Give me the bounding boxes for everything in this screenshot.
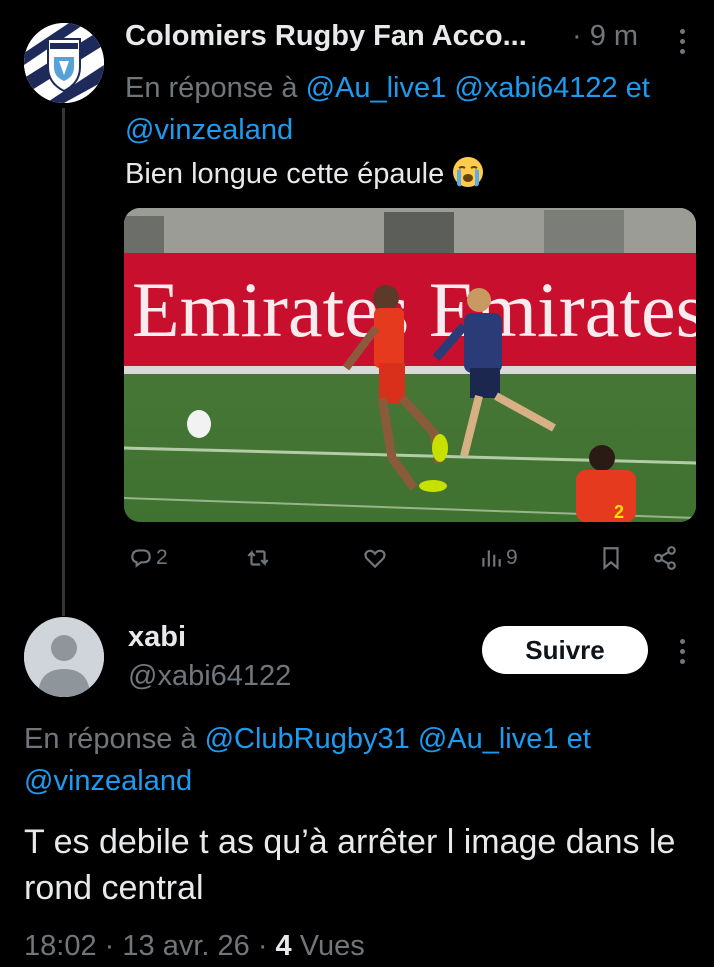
- mention-link[interactable]: @vinzealand: [24, 765, 192, 797]
- mention-link[interactable]: @vinzealand: [125, 114, 293, 146]
- more-options-icon[interactable]: [670, 24, 694, 58]
- jersey-number: 2: [614, 502, 624, 522]
- author-name[interactable]: Colomiers Rugby Fan Acco...: [125, 20, 527, 53]
- thread-connector-line: [62, 108, 65, 616]
- tweet-text: Bien longue cette épaule: [125, 156, 484, 191]
- loudly-crying-face-icon: [452, 156, 484, 188]
- views-count: 4: [275, 930, 292, 962]
- heart-icon: [364, 549, 386, 569]
- tweet-text-content: Bien longue cette épaule: [125, 158, 445, 190]
- share-button[interactable]: [652, 540, 678, 576]
- reply-prefix: En réponse à: [24, 723, 197, 755]
- separator: ·: [104, 930, 115, 962]
- tweet-timestamp[interactable]: · 9 m: [572, 20, 638, 53]
- more-options-icon[interactable]: [670, 634, 694, 668]
- views-icon: [482, 550, 501, 567]
- mention-link[interactable]: @ClubRugby31: [205, 723, 410, 755]
- default-avatar[interactable]: [24, 617, 104, 697]
- colomiers-avatar[interactable]: [24, 23, 104, 103]
- mention-joiner: et: [625, 72, 650, 104]
- retweet-icon: [247, 549, 269, 567]
- reply-prefix: En réponse à: [125, 72, 298, 104]
- reply-count: 2: [156, 546, 168, 569]
- views-button[interactable]: 9: [478, 540, 518, 576]
- banner-ad-text: Emirates Emirates: [132, 266, 696, 353]
- bookmark-button[interactable]: [598, 540, 624, 576]
- tweet-text: T es debile t as qu’à arrêter l image da…: [24, 823, 676, 907]
- mention-link[interactable]: @Au_live1: [418, 723, 559, 755]
- bookmark-icon: [603, 547, 619, 571]
- tweet-video-thumbnail[interactable]: Emirates Emirates 2: [124, 208, 696, 522]
- like-button[interactable]: [362, 540, 388, 576]
- views-label: Vues: [299, 930, 365, 962]
- follow-button[interactable]: Suivre: [482, 626, 648, 674]
- reply-button[interactable]: 2: [128, 540, 168, 576]
- author-name[interactable]: xabi: [128, 621, 186, 654]
- reply-icon: [131, 549, 151, 568]
- author-handle[interactable]: @xabi64122: [128, 660, 291, 693]
- mention-link[interactable]: @Au_live1: [306, 72, 447, 104]
- reply-context: En réponse à @Au_live1 @xabi64122 et @vi…: [125, 67, 710, 151]
- views-count: 9: [506, 546, 518, 569]
- tweet-time[interactable]: 18:02: [24, 930, 97, 962]
- retweet-button[interactable]: [245, 540, 271, 576]
- tweet-date[interactable]: 13 avr. 26: [122, 930, 249, 962]
- tweet-metadata: 18:02 · 13 avr. 26 · 4 Vues: [24, 930, 365, 963]
- share-icon: [654, 546, 676, 570]
- separator: ·: [257, 930, 268, 962]
- mention-joiner: et: [566, 723, 591, 755]
- reply-context: En réponse à @ClubRugby31 @Au_live1 et @…: [24, 718, 704, 802]
- mention-link[interactable]: @xabi64122: [454, 72, 617, 104]
